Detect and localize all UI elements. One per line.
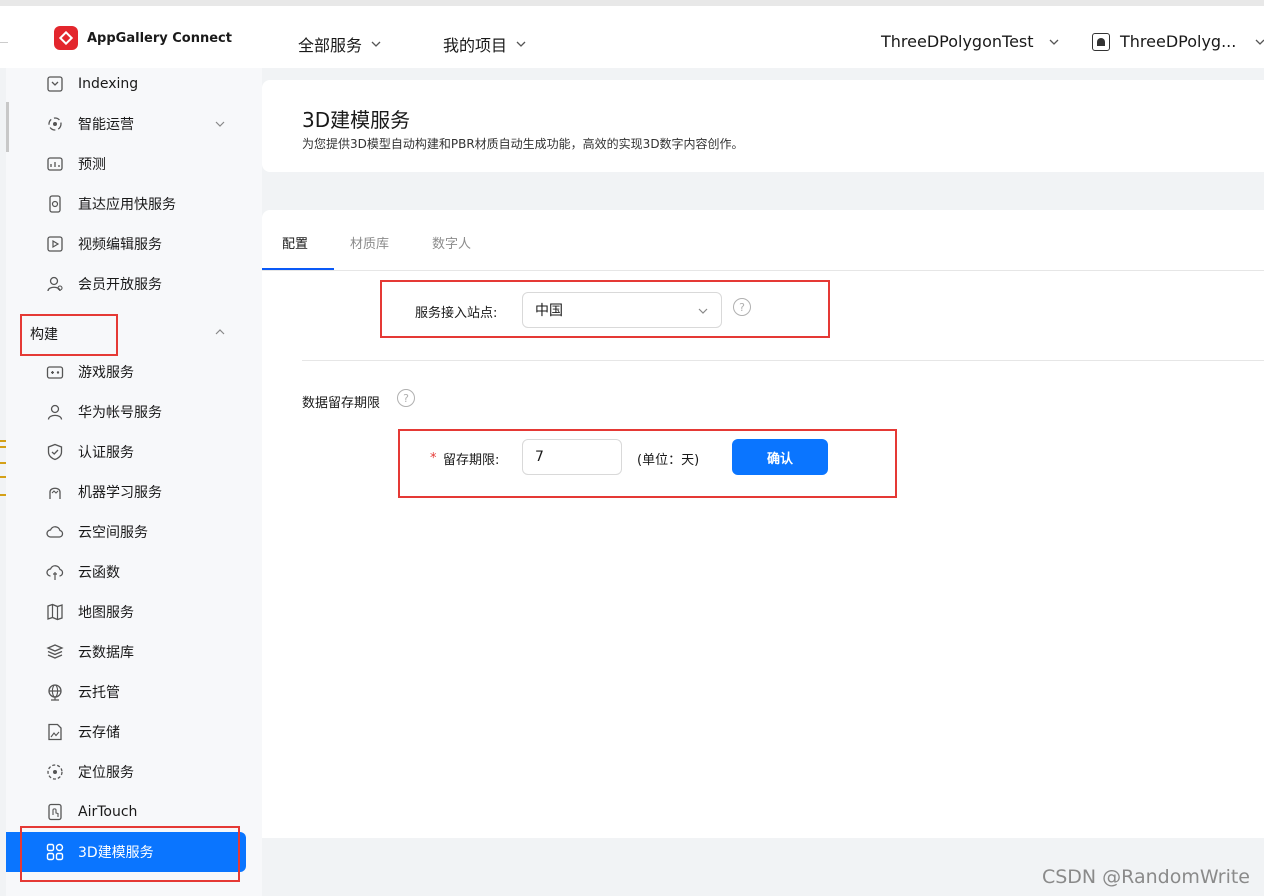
sidebar-item-label: Indexing: [78, 76, 139, 92]
sidebar-item-quick-service[interactable]: 直达应用快服务: [6, 187, 246, 221]
retention-section-title: 数据留存期限: [302, 396, 381, 411]
sidebar-item-label: 认证服务: [78, 445, 134, 461]
sidebar-item-label: 云空间服务: [78, 525, 148, 541]
brand-name: AppGallery Connect: [87, 30, 232, 46]
sidebar-item-game[interactable]: 游戏服务: [6, 355, 246, 389]
cloud-function-icon: [46, 565, 64, 580]
edge-line: [0, 42, 8, 43]
page-description: 为您提供3D模型自动构建和PBR材质自动生成功能，高效的实现3D数字内容创作。: [302, 137, 744, 151]
sidebar-item-label: 智能运营: [78, 117, 134, 133]
sidebar-item-label: 地图服务: [78, 605, 134, 621]
sidebar-item-account[interactable]: 华为帐号服务: [6, 395, 246, 429]
chevron-down-icon: [516, 41, 526, 47]
sidebar-item-auth[interactable]: 认证服务: [6, 435, 246, 469]
sidebar-item-member[interactable]: 会员开放服务: [6, 267, 246, 301]
app-selector[interactable]: ThreeDPolyg...: [1092, 32, 1264, 51]
chevron-up-icon[interactable]: [214, 326, 226, 338]
service-header: 3D建模服务 为您提供3D模型自动构建和PBR材质自动生成功能，高效的实现3D数…: [262, 80, 1264, 172]
sidebar-item-label: 直达应用快服务: [78, 197, 176, 213]
chevron-down-icon: [371, 41, 381, 47]
sidebar-item-label: 定位服务: [78, 765, 134, 781]
ml-icon: [49, 487, 61, 499]
sidebar-item-label: 云数据库: [78, 645, 134, 661]
annotation-box: [380, 280, 830, 338]
sidebar-item-cloud-hosting[interactable]: 云托管: [6, 675, 246, 709]
sidebar-item-location[interactable]: 定位服务: [6, 755, 246, 789]
index-icon: [47, 76, 63, 92]
sidebar-item-indexing[interactable]: Indexing: [6, 68, 246, 101]
brand-logo[interactable]: AppGallery Connect: [54, 26, 232, 50]
sidebar-item-label: 云托管: [78, 685, 120, 701]
sidebar-item-video-edit[interactable]: 视频编辑服务: [6, 227, 246, 261]
sidebar-item-storage[interactable]: 云存储: [6, 715, 246, 749]
sidebar-item-label: 视频编辑服务: [78, 237, 162, 253]
sidebar-item-label: 机器学习服务: [78, 485, 162, 501]
chevron-down-icon: [1255, 39, 1264, 45]
map-icon: [47, 603, 63, 621]
appgallery-logo-icon: [54, 26, 78, 50]
tab-active-indicator: [262, 268, 334, 270]
sidebar-item-label: 华为帐号服务: [78, 405, 162, 421]
airtouch-icon: [48, 803, 62, 821]
tab-config[interactable]: 配置: [282, 233, 308, 252]
top-bar: AppGallery Connect 全部服务 我的项目 ThreeDPolyg…: [0, 0, 1264, 68]
sidebar-item-airtouch[interactable]: AirTouch: [6, 795, 246, 829]
divider: [302, 360, 1264, 361]
project-name: ThreeDPolygonTest: [881, 32, 1034, 51]
my-projects-label: 我的项目: [443, 36, 508, 55]
sidebar: Indexing 智能运营 预测 直达应用快服务 视频编辑服务 会员开放服务 构…: [6, 68, 262, 896]
sidebar-item-map[interactable]: 地图服务: [6, 595, 246, 629]
page-title: 3D建模服务: [302, 108, 411, 132]
globe-icon: [48, 684, 62, 701]
sidebar-item-label: 游戏服务: [78, 365, 134, 381]
sidebar-item-label: 云存储: [78, 725, 120, 741]
storage-icon: [48, 723, 62, 741]
tab-material-library[interactable]: 材质库: [350, 233, 389, 252]
tab-digital-human[interactable]: 数字人: [432, 233, 471, 252]
tab-bar: 配置 材质库 数字人: [262, 210, 1264, 271]
sidebar-item-predict[interactable]: 预测: [6, 147, 246, 181]
project-selector[interactable]: ThreeDPolygonTest: [881, 32, 1060, 51]
app-name: ThreeDPolyg...: [1120, 32, 1237, 51]
annotation-box: [20, 826, 240, 882]
annotation-box: [20, 314, 118, 356]
cloud-space-icon: [46, 526, 64, 538]
shield-icon: [47, 443, 63, 461]
sidebar-item-label: 会员开放服务: [78, 277, 162, 293]
sidebar-item-cloud-function[interactable]: 云函数: [6, 555, 246, 589]
operations-icon: [48, 117, 62, 131]
android-icon: [1092, 32, 1110, 51]
chevron-down-icon: [215, 121, 225, 127]
config-card: 配置 材质库 数字人 服务接入站点: 中国 ? 数据留存期限 ? * 留存期限:…: [262, 210, 1264, 838]
annotation-box: [398, 429, 897, 498]
sidebar-item-label: AirTouch: [78, 804, 138, 820]
member-icon: [47, 276, 63, 292]
user-icon: [47, 404, 63, 420]
sidebar-item-label: 云函数: [78, 565, 120, 581]
watermark: CSDN @RandomWrite: [1041, 866, 1250, 888]
sidebar-item-operations[interactable]: 智能运营: [6, 107, 246, 141]
help-icon[interactable]: ?: [397, 389, 415, 407]
sidebar-item-database[interactable]: 云数据库: [6, 635, 246, 669]
my-projects-menu[interactable]: 我的项目: [443, 32, 527, 56]
sidebar-item-ml[interactable]: 机器学习服务: [6, 475, 246, 509]
quick-service-icon: [49, 195, 61, 213]
all-services-label: 全部服务: [298, 36, 363, 55]
database-icon: [46, 644, 64, 659]
all-services-menu[interactable]: 全部服务: [298, 32, 382, 56]
video-edit-icon: [47, 236, 63, 252]
gamepad-icon: [46, 366, 64, 379]
predict-icon: [47, 157, 63, 171]
sidebar-item-cloud-space[interactable]: 云空间服务: [6, 515, 246, 549]
sidebar-item-label: 预测: [78, 157, 106, 173]
chevron-down-icon: [1049, 39, 1058, 45]
location-icon: [47, 764, 63, 780]
